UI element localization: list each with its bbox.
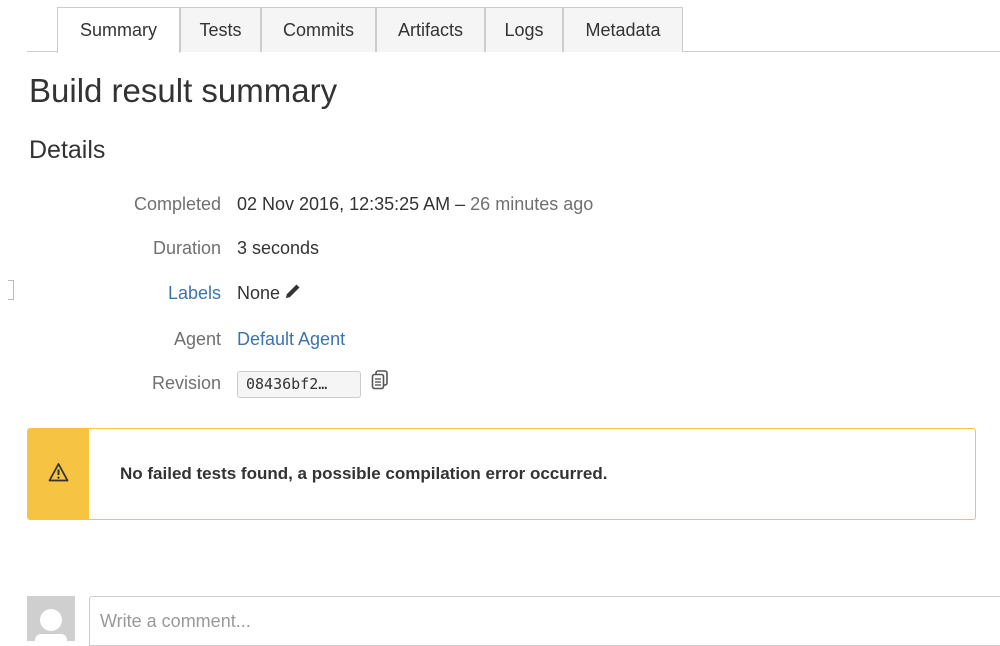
tab-summary[interactable]: Summary <box>57 7 180 53</box>
duration-label: Duration <box>152 238 221 258</box>
tab-artifacts[interactable]: Artifacts <box>376 7 485 52</box>
completed-value: 02 Nov 2016, 12:35:25 AM – 26 minutes ag… <box>237 190 593 218</box>
labels-link[interactable]: Labels <box>168 279 221 307</box>
tab-metadata[interactable]: Metadata <box>563 7 683 52</box>
labels-value-wrap: None <box>237 279 302 308</box>
warning-icon <box>48 462 69 488</box>
warning-accent-bar <box>28 429 89 519</box>
completed-label: Completed <box>133 194 221 214</box>
details-heading: Details <box>29 136 106 164</box>
revision-value-wrap: 08436bf2… <box>237 369 390 399</box>
detail-row-agent: Agent Default Agent <box>0 325 1000 353</box>
copy-icon[interactable] <box>370 369 390 399</box>
warning-message: No failed tests found, a possible compil… <box>27 428 976 520</box>
detail-row-duration: Duration 3 seconds <box>0 234 1000 262</box>
duration-value: 3 seconds <box>237 238 320 258</box>
tab-tests[interactable]: Tests <box>180 7 261 52</box>
detail-row-labels: Labels None <box>0 279 1000 307</box>
tab-logs[interactable]: Logs <box>485 7 563 52</box>
tab-bar: Summary Tests Commits Artifacts Logs Met… <box>27 7 1000 53</box>
pencil-icon[interactable] <box>284 280 302 308</box>
page-title: Build result summary <box>29 72 338 109</box>
agent-label: Agent <box>173 329 221 349</box>
agent-link[interactable]: Default Agent <box>237 325 345 353</box>
revision-label: Revision <box>151 373 221 393</box>
completed-datetime: 02 Nov 2016, 12:35:25 AM <box>237 194 451 214</box>
completed-relative: 26 minutes ago <box>470 194 594 214</box>
detail-row-revision: Revision 08436bf2… <box>0 369 1000 399</box>
labels-value: None <box>237 283 281 303</box>
revision-hash[interactable]: 08436bf2… <box>237 370 361 398</box>
tab-commits[interactable]: Commits <box>261 7 376 52</box>
comment-input[interactable] <box>89 596 1000 646</box>
detail-row-completed: Completed 02 Nov 2016, 12:35:25 AM – 26 … <box>0 190 1000 218</box>
avatar <box>27 596 75 641</box>
warning-text: No failed tests found, a possible compil… <box>120 464 608 483</box>
completed-separator: – <box>450 194 471 214</box>
